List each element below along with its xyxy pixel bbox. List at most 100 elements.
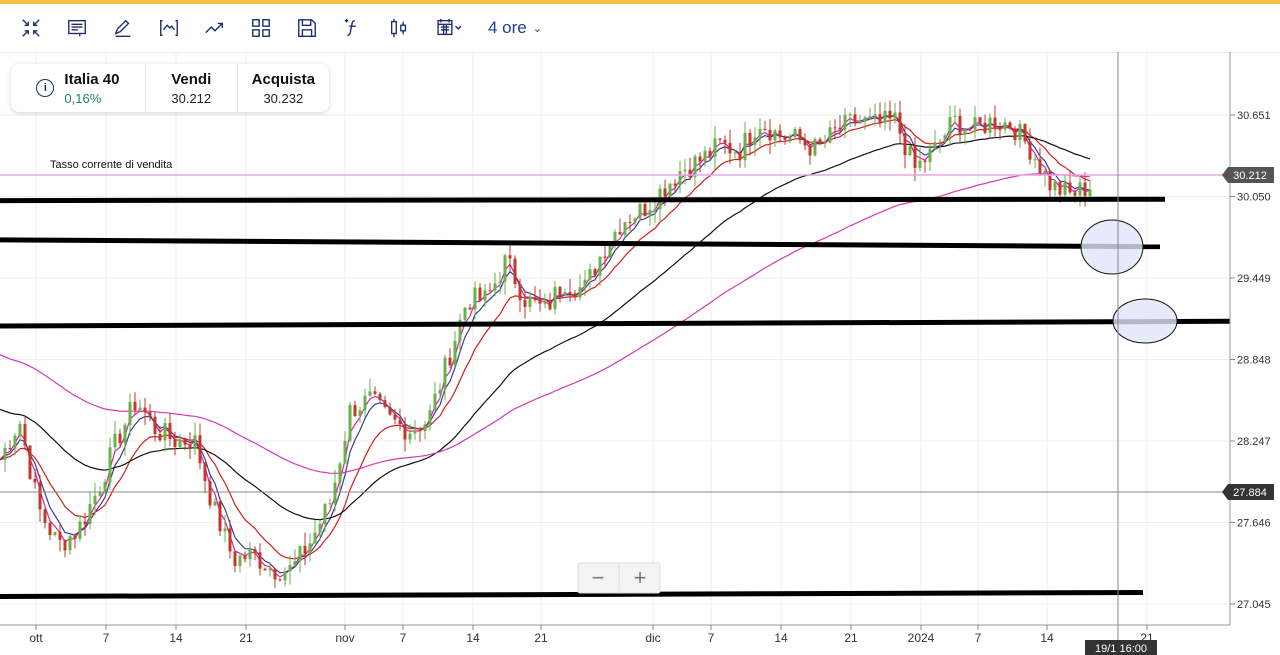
candle	[1088, 180, 1092, 198]
candle	[988, 113, 992, 139]
collapse-icon[interactable]	[8, 10, 54, 46]
candle	[343, 431, 347, 464]
instrument-name: Italia 40	[64, 70, 120, 88]
candle	[553, 280, 557, 315]
candle	[88, 491, 92, 530]
candle	[68, 532, 72, 555]
candle-icon[interactable]	[376, 10, 422, 46]
candle	[948, 105, 952, 147]
sell-price: 30.212	[171, 90, 212, 106]
pencil-icon[interactable]	[100, 10, 146, 46]
candle	[618, 218, 622, 235]
candle	[478, 283, 482, 302]
candle	[383, 395, 387, 409]
price-tick-label: 28.848	[1237, 354, 1271, 366]
period-dropdown[interactable]: 4 ore ⌄	[488, 18, 542, 38]
candle	[488, 283, 492, 292]
comment-icon[interactable]	[54, 10, 100, 46]
sell-label: Vendi	[171, 70, 212, 88]
candle	[728, 129, 732, 164]
support-line[interactable]	[0, 237, 1161, 250]
candle	[983, 114, 987, 135]
date-tick-label: 21	[239, 631, 253, 645]
candle	[358, 406, 362, 423]
ma-fast-line	[0, 113, 1091, 578]
candle	[633, 216, 637, 227]
candle	[468, 303, 472, 310]
candle	[668, 183, 672, 199]
annotation-ellipse[interactable]	[1080, 219, 1144, 275]
buy-button[interactable]: Acquista 30.232	[238, 64, 329, 112]
candle	[23, 417, 27, 451]
annotation-ellipse[interactable]	[1112, 298, 1178, 344]
price-tick-label: 27.646	[1237, 517, 1271, 529]
candle	[78, 514, 82, 542]
price-tick-label: 29.449	[1237, 273, 1271, 285]
candle	[188, 432, 192, 460]
candle	[798, 126, 802, 144]
function-icon[interactable]	[330, 10, 376, 46]
candle	[348, 401, 352, 443]
date-tick-label: dic	[645, 631, 660, 645]
candle	[218, 496, 222, 537]
candle	[853, 107, 857, 127]
candle	[433, 381, 437, 412]
candle	[18, 420, 22, 441]
candle	[953, 104, 957, 124]
candle	[378, 391, 382, 403]
info-icon[interactable]: i	[36, 79, 55, 97]
candle	[628, 214, 632, 231]
indicator-icon[interactable]	[146, 10, 192, 46]
candle	[678, 160, 682, 194]
candle	[138, 399, 142, 412]
candle	[548, 292, 552, 311]
candle	[928, 144, 932, 172]
candle	[768, 119, 772, 154]
candle	[503, 254, 507, 295]
price-chart[interactable]: Tasso corrente di vendita 30.651 30.050 29…	[0, 52, 1280, 655]
candle	[833, 119, 837, 140]
layout-icon[interactable]	[238, 10, 284, 46]
candle	[888, 100, 892, 131]
price-tick-label: 28.247	[1237, 436, 1271, 448]
candle	[863, 115, 867, 131]
date-tick-label: 14	[1040, 631, 1054, 645]
save-icon[interactable]	[284, 10, 330, 46]
date-tick-label: 21	[844, 631, 858, 645]
date-tick-label: 7	[103, 631, 110, 645]
candle	[1038, 147, 1042, 177]
zoom-in-button[interactable]: +	[634, 565, 647, 590]
candle	[558, 285, 562, 303]
trend-icon[interactable]	[192, 10, 238, 46]
candle	[1078, 176, 1082, 207]
candle	[288, 555, 292, 585]
date-tick-label: 14	[169, 631, 183, 645]
price-tick-label: 27.045	[1237, 599, 1271, 611]
candle	[573, 290, 577, 301]
support-line[interactable]	[0, 196, 1166, 204]
candle	[748, 128, 752, 156]
candle	[1013, 126, 1017, 146]
ma-red-line	[0, 118, 1091, 560]
calendar-icon[interactable]	[422, 10, 478, 46]
candle	[238, 553, 242, 573]
candle	[438, 383, 442, 400]
support-line[interactable]	[0, 589, 1144, 600]
zoom-controls: − +	[577, 562, 661, 594]
candle	[693, 154, 697, 187]
candle	[758, 118, 762, 147]
candle	[788, 133, 792, 144]
zoom-out-button[interactable]: −	[592, 565, 605, 590]
crosshair-time-label: 19/1 16:00	[1095, 643, 1147, 655]
candle	[623, 221, 627, 238]
instrument-change: 0,16%	[64, 90, 102, 106]
date-tick-label: nov	[335, 631, 354, 645]
candle	[883, 101, 887, 131]
candle	[423, 420, 427, 440]
sell-button[interactable]: Vendi 30.212	[146, 64, 238, 112]
support-line[interactable]	[0, 318, 1231, 329]
candle	[1068, 170, 1072, 195]
date-tick-label: 7	[975, 631, 982, 645]
candle	[458, 313, 462, 352]
candle	[773, 128, 777, 147]
